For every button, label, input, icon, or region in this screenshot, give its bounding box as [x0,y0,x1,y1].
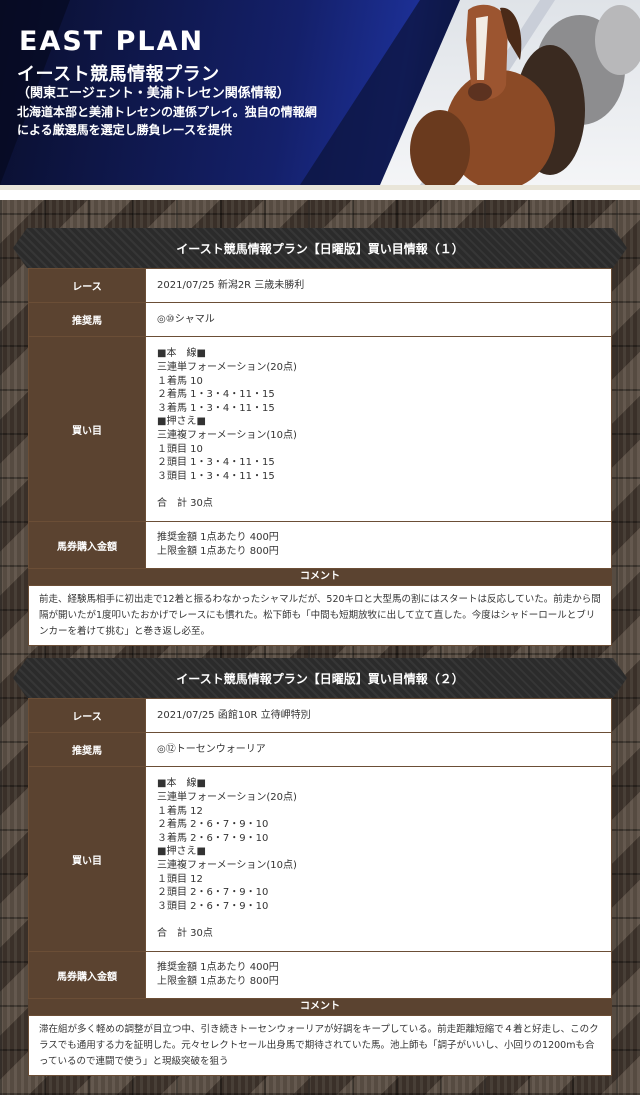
bet-info-table: レース 2021/07/25 函館10R 立待岬特別 推奨馬 ◎⑫トーセンウォー… [28,698,612,999]
bet-line: ３着馬 1・3・4・11・15 [157,402,275,414]
horse-label: 推奨馬 [28,302,146,337]
bet-line: ■押さえ■ [157,416,206,428]
race-value: 2021/07/25 函館10R 立待岬特別 [145,698,612,733]
race-row: レース 2021/07/25 函館10R 立待岬特別 [28,698,612,733]
bet-line: ■本 線■ [157,348,206,360]
amount-label: 馬券購入金額 [28,951,146,999]
section-header: イースト競馬情報プラン【日曜版】買い目情報（１） [13,228,627,268]
amount-limit: 上限金額 1点あたり 800円 [157,546,279,557]
bet-info-table: レース 2021/07/25 新潟2R 三歳未勝利 推奨馬 ◎⑩シャマル 買い目… [28,268,612,569]
horse-row: 推奨馬 ◎⑩シャマル [28,302,612,337]
section-header: イースト競馬情報プラン【日曜版】買い目情報（２） [13,658,627,698]
horse-value: ◎⑫トーセンウォーリア [145,732,612,767]
bet-line: ■押さえ■ [157,846,206,858]
bet-line: ２着馬 2・6・7・9・10 [157,819,269,831]
bet-line: １着馬 10 [157,375,203,387]
bets-value: ■本 線■ 三連単フォーメーション(20点) １着馬 12 ２着馬 2・6・7・… [145,766,612,952]
bet-line: ３頭目 1・3・4・11・15 [157,470,275,482]
amount-row: 馬券購入金額 推奨金額 1点あたり 400円 上限金額 1点あたり 800円 [28,951,612,999]
bet-total: 合 計 30点 [157,497,213,509]
bets-label: 買い目 [28,336,146,522]
banner-description: 北海道本部と美浦トレセンの連係プレイ。独自の情報網による厳選馬を選定し勝負レース… [17,105,317,137]
horse-label: 推奨馬 [28,732,146,767]
bet-line: ２頭目 2・6・7・9・10 [157,887,269,899]
bet-line: １頭目 12 [157,873,203,885]
comment-body: 滞在組が多く軽めの調整が目立つ中、引き続きトーセンウォーリアが好調をキープしてい… [28,1015,612,1076]
bet-line: ■本 線■ [157,778,206,790]
comment-body: 前走、経験馬相手に初出走で12着と振るわなかったシャマルだが、520キロと大型馬… [28,585,612,646]
bets-label: 買い目 [28,766,146,952]
bet-line [157,483,611,497]
bets-value: ■本 線■ 三連単フォーメーション(20点) １着馬 10 ２着馬 1・3・4・… [145,336,612,522]
amount-recommended: 推奨金額 1点あたり 400円 [157,532,279,544]
comment-header: コメント [28,569,612,585]
bets-row: 買い目 ■本 線■ 三連単フォーメーション(20点) １着馬 10 ２着馬 1・… [28,336,612,522]
bet-info-section-1: イースト競馬情報プラン【日曜版】買い目情報（１） レース 2021/07/25 … [13,228,627,646]
bet-line: １頭目 10 [157,443,203,455]
bets-row: 買い目 ■本 線■ 三連単フォーメーション(20点) １着馬 12 ２着馬 2・… [28,766,612,952]
banner-background: EAST PLAN イースト競馬情報プラン （関東エージェント・美浦トレセン関係… [0,0,640,185]
bet-line: ２頭目 1・3・4・11・15 [157,457,275,469]
bet-line: ３着馬 2・6・7・9・10 [157,832,269,844]
amount-value: 推奨金額 1点あたり 400円 上限金額 1点あたり 800円 [145,951,612,999]
bet-line: ３頭目 2・6・7・9・10 [157,900,269,912]
horse-value: ◎⑩シャマル [145,302,612,337]
race-row: レース 2021/07/25 新潟2R 三歳未勝利 [28,268,612,303]
header-banner: EAST PLAN イースト競馬情報プラン （関東エージェント・美浦トレセン関係… [0,0,640,190]
amount-label: 馬券購入金額 [28,521,146,569]
brand-logo: EAST PLAN [19,26,205,57]
amount-recommended: 推奨金額 1点あたり 400円 [157,962,279,974]
horses-photo [380,0,640,185]
amount-value: 推奨金額 1点あたり 400円 上限金額 1点あたり 800円 [145,521,612,569]
bet-line: ２着馬 1・3・4・11・15 [157,389,275,401]
bet-info-section-2: イースト競馬情報プラン【日曜版】買い目情報（２） レース 2021/07/25 … [13,658,627,1076]
amount-row: 馬券購入金額 推奨金額 1点あたり 400円 上限金額 1点あたり 800円 [28,521,612,569]
bet-line: 三連単フォーメーション(20点) [157,792,297,804]
bet-line [157,913,611,927]
amount-limit: 上限金額 1点あたり 800円 [157,976,279,987]
race-label: レース [28,268,146,303]
race-value: 2021/07/25 新潟2R 三歳未勝利 [145,268,612,303]
horse-row: 推奨馬 ◎⑫トーセンウォーリア [28,732,612,767]
bet-line: １着馬 12 [157,805,203,817]
bet-line: 三連複フォーメーション(10点) [157,860,297,871]
comment-header: コメント [28,999,612,1015]
bet-total: 合 計 30点 [157,927,213,939]
race-label: レース [28,698,146,733]
banner-subtitle: （関東エージェント・美浦トレセン関係情報） [17,86,290,101]
bet-line: 三連複フォーメーション(10点) [157,430,297,441]
bet-line: 三連単フォーメーション(20点) [157,362,297,374]
